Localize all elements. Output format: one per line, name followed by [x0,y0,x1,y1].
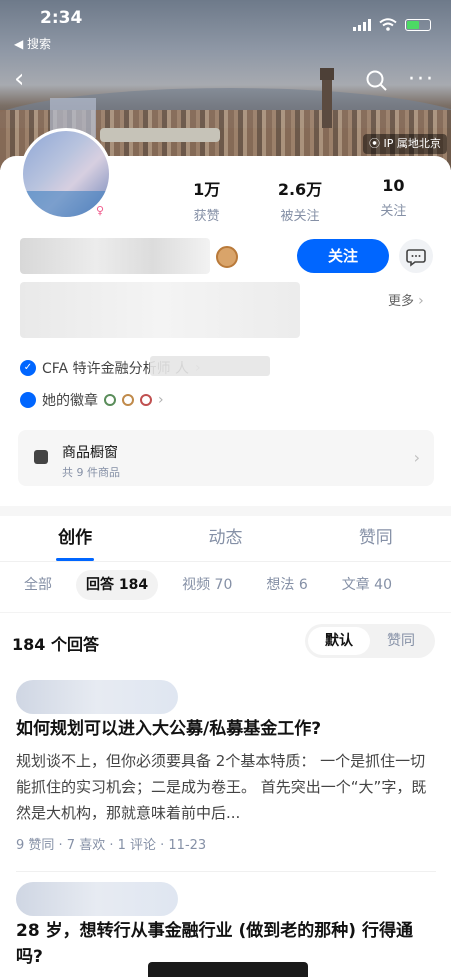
filter-thoughts[interactable]: 想法 6 [256,570,317,600]
chevron-right-icon: › [413,448,420,467]
list-header: 184 个回答 默认 赞同 [0,612,451,668]
ip-location-tag: ⦿ IP 属地北京 [363,134,447,154]
message-button[interactable] [399,239,433,273]
tab-activity[interactable]: 动态 [150,516,300,561]
cellular-signal-icon [353,18,371,31]
level-badge-icon [216,246,238,268]
showcase-subtitle: 共 9 件商品 [62,466,120,479]
medal-icon [20,392,36,408]
profile-stats: 1万 获赞 2.6万 被关注 10 关注 [160,176,440,224]
follow-button[interactable]: 关注 [297,239,389,273]
shop-icon [34,450,48,464]
stat-value: 1万 [193,180,221,199]
chevron-right-icon: › [418,293,424,309]
more-info-link[interactable]: 更多 › [388,290,424,309]
filter-articles[interactable]: 文章 40 [332,570,402,600]
filter-answers[interactable]: 回答 184 [76,570,159,600]
chat-bubble-icon [406,249,426,267]
badges-row[interactable]: 她的徽章 › [20,390,164,410]
stat-following[interactable]: 10 关注 [347,176,440,224]
badge-icon [140,394,152,406]
status-bar: 2:34 ◀ 搜索 [0,0,451,54]
author-blurred [16,680,178,714]
female-gender-icon: ♀ [93,204,107,218]
badge-icon [122,394,134,406]
item-divider [16,871,436,872]
badges-label: 她的徽章 [42,393,98,409]
tab-creations[interactable]: 创作 [0,516,150,561]
wifi-icon [379,18,397,31]
stat-value: 2.6万 [277,180,323,199]
stat-value: 10 [382,176,405,195]
more-label: 更多 [388,294,415,309]
question-title[interactable]: 如何规划可以进入大公募/私募基金工作? [16,716,436,742]
content-filter: 全部 回答 184 视频 70 想法 6 文章 40 [14,570,402,600]
badge-icon [104,394,116,406]
list-item[interactable]: 如何规划可以进入大公募/私募基金工作? 规划谈不上，但你必须要具备 2个基本特质… [0,668,451,878]
stat-label: 被关注 [280,209,320,224]
sort-default[interactable]: 默认 [308,627,370,655]
username-blurred [20,238,210,274]
stat-likes[interactable]: 1万 获赞 [160,176,253,224]
location-pin-icon: ⦿ [369,137,380,150]
certification-blurred [150,356,270,376]
filter-all[interactable]: 全部 [14,570,62,600]
bio-blurred [20,282,300,338]
back-arrow-icon[interactable]: ‹ [14,64,40,94]
showcase-title: 商品橱窗 [62,445,118,461]
verified-check-icon: ✓ [20,360,36,376]
profile-tabs: 创作 动态 赞同 [0,516,451,562]
back-to-search-link[interactable]: ◀ 搜索 [14,35,51,52]
more-options-icon[interactable]: ··· [408,69,435,91]
stat-followers[interactable]: 2.6万 被关注 [253,176,346,224]
tab-upvotes[interactable]: 赞同 [301,516,451,561]
stat-label: 获赞 [193,209,220,224]
search-icon[interactable] [365,69,389,93]
sort-toggle: 默认 赞同 [305,624,435,658]
battery-icon [405,18,431,31]
answer-count: 184 个回答 [12,635,99,654]
ip-location-label: IP 属地北京 [383,137,441,150]
author-blurred [16,882,178,916]
answer-excerpt[interactable]: 规划谈不上，但你必须要具备 2个基本特质： 一个是抓住一切能抓住的实习机会；二是… [16,748,436,826]
filter-videos[interactable]: 视频 70 [172,570,242,600]
section-divider [0,506,451,516]
sort-upvotes[interactable]: 赞同 [370,627,432,655]
status-time: 2:34 [40,8,83,28]
answer-meta: 9 赞同 · 7 喜欢 · 1 评论 · 11-23 [16,838,207,853]
bottom-overlay [148,962,308,977]
product-showcase[interactable]: 商品橱窗 共 9 件商品 › [18,430,434,486]
chevron-right-icon: › [158,392,164,408]
stat-label: 关注 [380,204,407,219]
